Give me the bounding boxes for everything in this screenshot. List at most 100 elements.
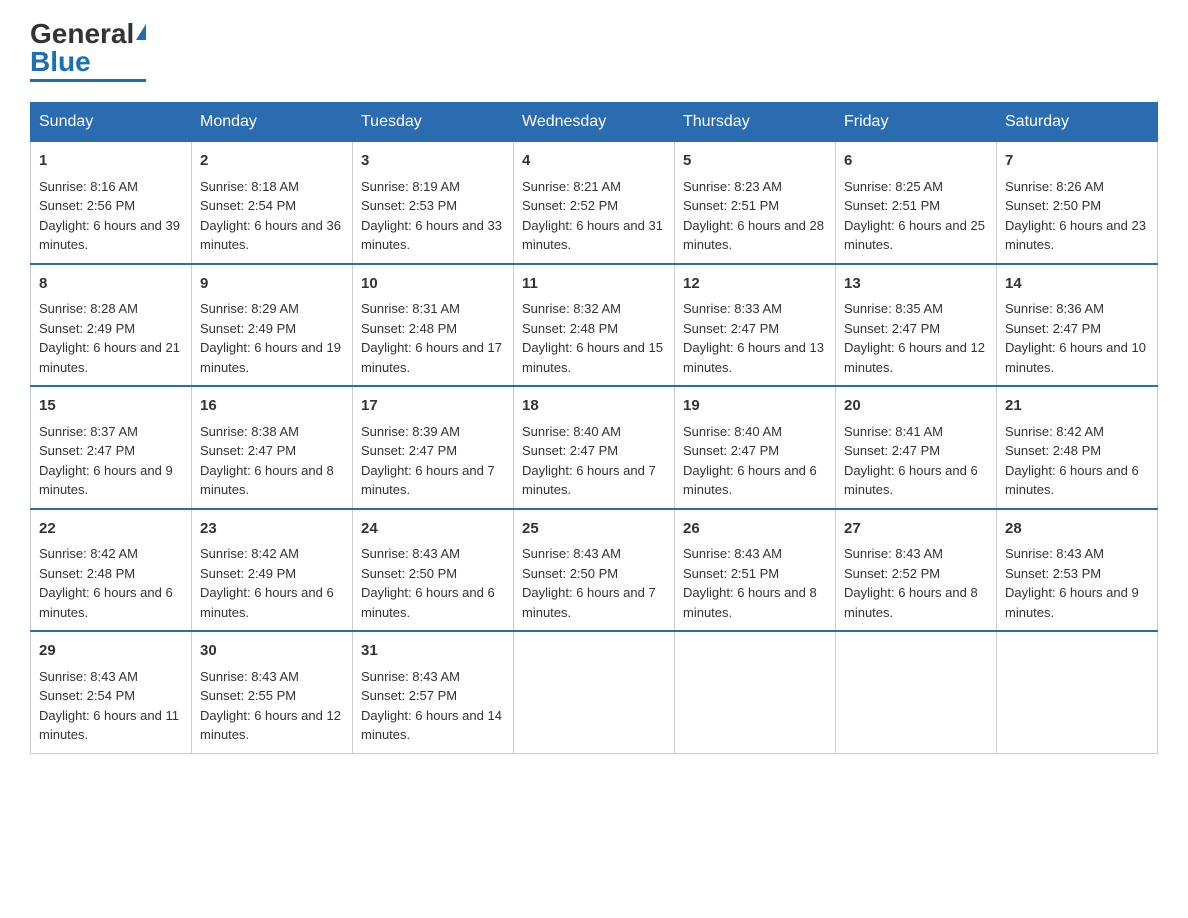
day-number: 6	[844, 150, 988, 173]
day-number: 11	[522, 273, 666, 296]
day-number: 2	[200, 150, 344, 173]
day-number: 3	[361, 150, 505, 173]
calendar-cell: 26Sunrise: 8:43 AMSunset: 2:51 PMDayligh…	[675, 509, 836, 632]
daylight-text: Daylight: 6 hours and 39 minutes.	[39, 218, 180, 253]
sunset-text: Sunset: 2:48 PM	[39, 566, 135, 581]
header-monday: Monday	[192, 103, 353, 142]
daylight-text: Daylight: 6 hours and 7 minutes.	[361, 463, 495, 498]
sunset-text: Sunset: 2:54 PM	[39, 688, 135, 703]
header-friday: Friday	[836, 103, 997, 142]
daylight-text: Daylight: 6 hours and 7 minutes.	[522, 463, 656, 498]
day-number: 14	[1005, 273, 1149, 296]
sunrise-text: Sunrise: 8:43 AM	[361, 546, 460, 561]
day-number: 31	[361, 640, 505, 663]
sunrise-text: Sunrise: 8:43 AM	[683, 546, 782, 561]
sunset-text: Sunset: 2:54 PM	[200, 198, 296, 213]
logo-triangle-icon	[136, 24, 146, 40]
calendar-cell: 13Sunrise: 8:35 AMSunset: 2:47 PMDayligh…	[836, 264, 997, 387]
header-sunday: Sunday	[31, 103, 192, 142]
sunset-text: Sunset: 2:51 PM	[683, 566, 779, 581]
day-number: 27	[844, 518, 988, 541]
header-saturday: Saturday	[997, 103, 1158, 142]
day-number: 5	[683, 150, 827, 173]
daylight-text: Daylight: 6 hours and 23 minutes.	[1005, 218, 1146, 253]
sunrise-text: Sunrise: 8:39 AM	[361, 424, 460, 439]
sunset-text: Sunset: 2:50 PM	[361, 566, 457, 581]
sunset-text: Sunset: 2:52 PM	[844, 566, 940, 581]
week-row-2: 8Sunrise: 8:28 AMSunset: 2:49 PMDaylight…	[31, 264, 1158, 387]
day-number: 15	[39, 395, 183, 418]
daylight-text: Daylight: 6 hours and 19 minutes.	[200, 340, 341, 375]
calendar-cell: 17Sunrise: 8:39 AMSunset: 2:47 PMDayligh…	[353, 386, 514, 509]
day-number: 19	[683, 395, 827, 418]
day-number: 1	[39, 150, 183, 173]
calendar-cell: 14Sunrise: 8:36 AMSunset: 2:47 PMDayligh…	[997, 264, 1158, 387]
day-number: 12	[683, 273, 827, 296]
calendar-cell: 6Sunrise: 8:25 AMSunset: 2:51 PMDaylight…	[836, 142, 997, 264]
week-row-3: 15 Sunrise: 8:37 AM Sunset: 2:47 PM Dayligh…	[31, 386, 1158, 509]
daylight-text: Daylight: 6 hours and 8 minutes.	[200, 463, 334, 498]
daylight-text: Daylight: 6 hours and 6 minutes.	[200, 585, 334, 620]
daylight-text: Daylight: 6 hours and 36 minutes.	[200, 218, 341, 253]
sunrise-text: Sunrise: 8:35 AM	[844, 301, 943, 316]
day-number: 18	[522, 395, 666, 418]
calendar-cell: 5Sunrise: 8:23 AMSunset: 2:51 PMDaylight…	[675, 142, 836, 264]
daylight-text: Daylight: 6 hours and 6 minutes.	[39, 585, 173, 620]
sunset-text: Sunset: 2:51 PM	[683, 198, 779, 213]
sunrise-text: Sunrise: 8:33 AM	[683, 301, 782, 316]
sunrise-text: Sunrise: 8:37 AM	[39, 424, 138, 439]
sunrise-text: Sunrise: 8:42 AM	[39, 546, 138, 561]
day-number: 21	[1005, 395, 1149, 418]
day-number: 8	[39, 273, 183, 296]
sunset-text: Sunset: 2:49 PM	[39, 321, 135, 336]
sunset-text: Sunset: 2:47 PM	[683, 443, 779, 458]
sunrise-text: Sunrise: 8:43 AM	[522, 546, 621, 561]
sunset-text: Sunset: 2:57 PM	[361, 688, 457, 703]
calendar-cell	[997, 631, 1158, 753]
daylight-text: Daylight: 6 hours and 21 minutes.	[39, 340, 180, 375]
day-number: 10	[361, 273, 505, 296]
day-number: 28	[1005, 518, 1149, 541]
sunrise-text: Sunrise: 8:32 AM	[522, 301, 621, 316]
header-wednesday: Wednesday	[514, 103, 675, 142]
sunrise-text: Sunrise: 8:29 AM	[200, 301, 299, 316]
calendar-cell: 12Sunrise: 8:33 AMSunset: 2:47 PMDayligh…	[675, 264, 836, 387]
daylight-text: Daylight: 6 hours and 33 minutes.	[361, 218, 502, 253]
sunset-text: Sunset: 2:47 PM	[39, 443, 135, 458]
sunset-text: Sunset: 2:55 PM	[200, 688, 296, 703]
day-number: 25	[522, 518, 666, 541]
calendar-body: 1Sunrise: 8:16 AMSunset: 2:56 PMDaylight…	[31, 142, 1158, 754]
day-number: 17	[361, 395, 505, 418]
sunset-text: Sunset: 2:47 PM	[522, 443, 618, 458]
calendar-cell: 18Sunrise: 8:40 AMSunset: 2:47 PMDayligh…	[514, 386, 675, 509]
daylight-text: Daylight: 6 hours and 25 minutes.	[844, 218, 985, 253]
sunset-text: Sunset: 2:56 PM	[39, 198, 135, 213]
calendar-cell	[514, 631, 675, 753]
calendar-cell: 8Sunrise: 8:28 AMSunset: 2:49 PMDaylight…	[31, 264, 192, 387]
sunset-text: Sunset: 2:48 PM	[522, 321, 618, 336]
sunrise-text: Sunrise: 8:36 AM	[1005, 301, 1104, 316]
calendar-table: SundayMondayTuesdayWednesdayThursdayFrid…	[30, 102, 1158, 754]
day-number: 4	[522, 150, 666, 173]
day-number: 29	[39, 640, 183, 663]
day-number: 22	[39, 518, 183, 541]
page-header: General Blue	[30, 20, 1158, 82]
sunset-text: Sunset: 2:49 PM	[200, 566, 296, 581]
logo-text: General Blue	[30, 20, 146, 76]
sunrise-text: Sunrise: 8:42 AM	[200, 546, 299, 561]
daylight-text: Daylight: 6 hours and 15 minutes.	[522, 340, 663, 375]
sunset-text: Sunset: 2:47 PM	[844, 443, 940, 458]
daylight-text: Daylight: 6 hours and 14 minutes.	[361, 708, 502, 743]
day-number: 16	[200, 395, 344, 418]
daylight-text: Daylight: 6 hours and 12 minutes.	[844, 340, 985, 375]
sunrise-text: Sunrise: 8:18 AM	[200, 179, 299, 194]
sunset-text: Sunset: 2:52 PM	[522, 198, 618, 213]
logo-line	[30, 79, 146, 82]
day-number: 13	[844, 273, 988, 296]
sunrise-text: Sunrise: 8:40 AM	[683, 424, 782, 439]
calendar-cell: 20Sunrise: 8:41 AMSunset: 2:47 PMDayligh…	[836, 386, 997, 509]
calendar-cell: 10Sunrise: 8:31 AMSunset: 2:48 PMDayligh…	[353, 264, 514, 387]
calendar-cell: 3Sunrise: 8:19 AMSunset: 2:53 PMDaylight…	[353, 142, 514, 264]
calendar-cell: 23Sunrise: 8:42 AMSunset: 2:49 PMDayligh…	[192, 509, 353, 632]
calendar-cell: 25Sunrise: 8:43 AMSunset: 2:50 PMDayligh…	[514, 509, 675, 632]
